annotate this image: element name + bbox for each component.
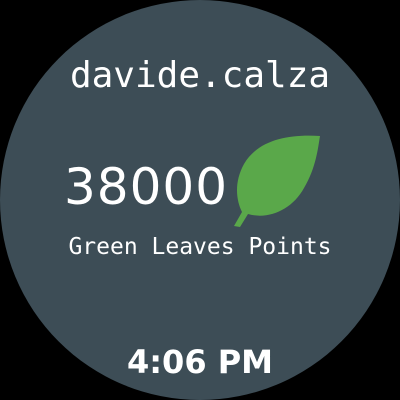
points-value: 38000 [64,158,229,216]
leaf-icon [234,135,320,227]
points-row: 38000 [0,128,400,228]
username: davide.calza [69,55,331,96]
watch-face: davide.calza 38000 Green Leaves Points 4… [0,0,400,400]
clock-time: 4:06 PM [126,343,274,381]
points-label: Green Leaves Points [68,234,332,260]
